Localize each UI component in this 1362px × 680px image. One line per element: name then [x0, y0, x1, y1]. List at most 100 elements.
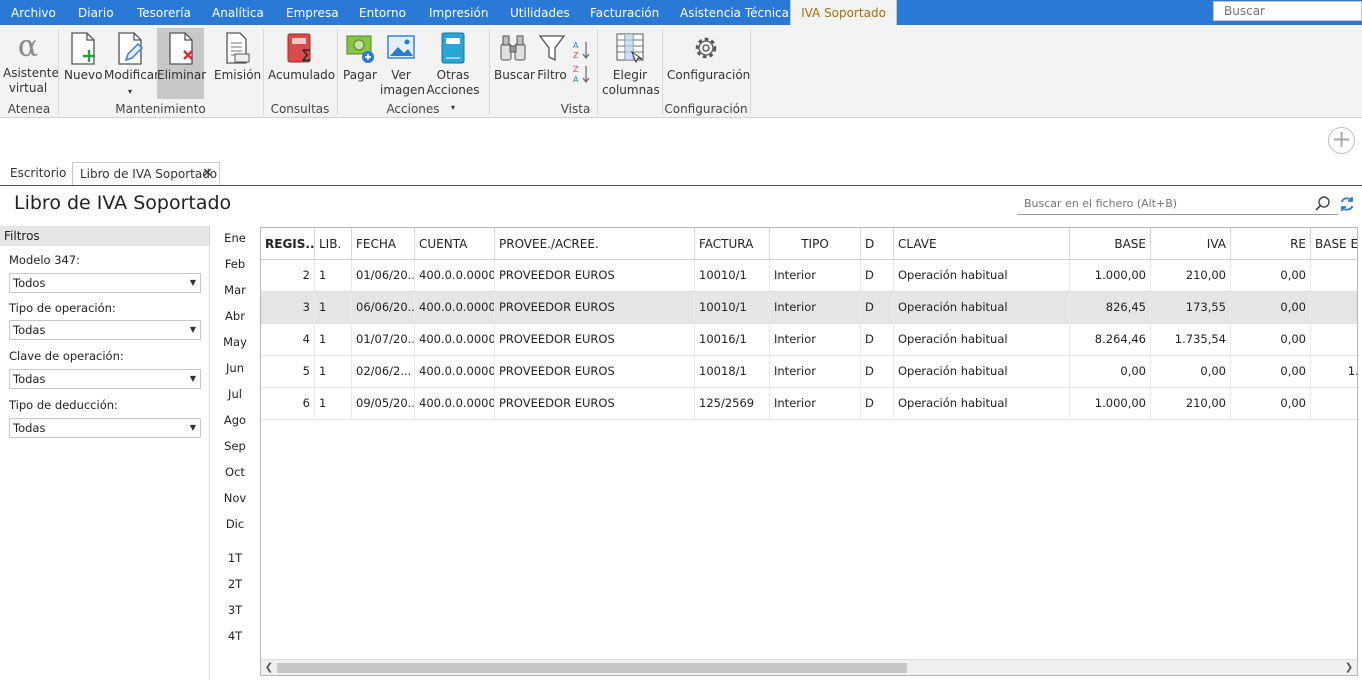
modelo-347-select[interactable]: Todos ▼: [9, 273, 201, 293]
column-header-12[interactable]: RE: [1231, 228, 1311, 260]
column-header-13[interactable]: BASE EX: [1311, 228, 1357, 260]
column-header-7[interactable]: TIPO: [770, 228, 861, 260]
menu-entorno[interactable]: Entorno: [359, 0, 406, 25]
column-header-11[interactable]: IVA: [1151, 228, 1231, 260]
month-5[interactable]: May: [212, 335, 258, 349]
modificar-label: Modificar: [104, 68, 160, 82]
column-header-2[interactable]: LIB.: [315, 228, 352, 260]
column-header-6[interactable]: FACTURA: [695, 228, 770, 260]
column-header-1[interactable]: REGIS...: [261, 228, 315, 260]
month-6[interactable]: Jun: [212, 361, 258, 375]
column-header-4[interactable]: CUENTA: [415, 228, 495, 260]
eliminar-button[interactable]: Eliminar: [157, 28, 206, 99]
asistente-label-2: virtual: [8, 81, 48, 95]
tipo-operacion-select[interactable]: Todas ▼: [9, 320, 201, 340]
page-title: Libro de IVA Soportado: [14, 192, 232, 214]
configuracion-label: Configuración: [667, 68, 751, 82]
asistente-label-1: Asistente: [3, 66, 59, 80]
scroll-right-icon[interactable]: ❯: [1342, 660, 1356, 675]
quarter-4[interactable]: 4T: [212, 629, 258, 643]
month-7[interactable]: Jul: [212, 387, 258, 401]
menu-utilidades[interactable]: Utilidades: [510, 0, 570, 25]
filtro-button[interactable]: Filtro: [535, 30, 569, 83]
configuracion-button[interactable]: Configuración: [667, 30, 750, 83]
table-row[interactable]: 4 1 01/07/20... 400.0.0.00000 PROVEEDOR EURO…: [261, 324, 1357, 356]
elegir-columnas-label-1: Elegir: [612, 68, 648, 82]
month-4[interactable]: Abr: [212, 309, 258, 323]
menu-analitica[interactable]: Analítica: [212, 0, 264, 25]
close-icon[interactable]: ✕: [202, 163, 213, 185]
asistente-virtual-button[interactable]: α Asistente virtual: [3, 30, 59, 96]
table-row[interactable]: 6 1 09/05/20... 400.0.0.00000 PROVEEDOR EURO…: [261, 388, 1357, 420]
table-row[interactable]: 3 1 06/06/20... 400.0.0.00000 PROVEEDOR EURO…: [261, 292, 1357, 324]
table-cell: 826,45: [1070, 292, 1151, 323]
group-label-configuracion: Configuración: [664, 102, 748, 116]
column-header-10[interactable]: BASE: [1070, 228, 1151, 260]
menu-archivo[interactable]: Archivo: [11, 0, 56, 25]
menu-facturacion[interactable]: Facturación: [590, 0, 659, 25]
month-9[interactable]: Sep: [212, 439, 258, 453]
table-cell: 1: [315, 292, 352, 323]
svg-text:A: A: [573, 41, 579, 50]
menu-empresa[interactable]: Empresa: [286, 0, 339, 25]
modificar-button[interactable]: Modificar ▾: [104, 30, 160, 99]
month-12[interactable]: Dic: [212, 517, 258, 531]
table-cell: 10018/1: [695, 356, 770, 387]
emision-label: Emisión: [214, 68, 262, 82]
elegir-columnas-button[interactable]: Elegir columnas: [602, 30, 660, 98]
table-cell: 01/06/20...: [352, 260, 415, 291]
quarter-2[interactable]: 2T: [212, 577, 258, 591]
columns-grid-icon: [616, 33, 644, 64]
table-row[interactable]: 5 1 02/06/2... 400.0.0.00000 PROVEEDOR EUROS…: [261, 356, 1357, 388]
tipo-deduccion-select[interactable]: Todas ▼: [9, 418, 201, 438]
quarter-1[interactable]: 1T: [212, 551, 258, 565]
month-11[interactable]: Nov: [212, 491, 258, 505]
sort-za-button[interactable]: ZA: [572, 63, 592, 89]
table-cell: 02/06/2...: [352, 356, 415, 387]
month-1[interactable]: Ene: [212, 231, 258, 245]
ribbon: α Asistente virtual Nuevo Modificar ▾ El…: [0, 25, 1362, 118]
table-cell: 10010/1: [695, 260, 770, 291]
menu-iva-soportado[interactable]: IVA Soportado: [790, 0, 897, 25]
month-10[interactable]: Oct: [212, 465, 258, 479]
emision-button[interactable]: Emisión: [214, 30, 262, 83]
table-cell: 210,00: [1151, 260, 1231, 291]
column-header-8[interactable]: D: [861, 228, 894, 260]
ver-imagen-button[interactable]: Ver imagen: [380, 30, 425, 98]
tab-escritorio[interactable]: Escritorio: [10, 162, 66, 186]
menu-tesoreria[interactable]: Tesorería: [137, 0, 191, 25]
tab-libro-iva-soportado[interactable]: Libro de IVA Soportado ✕: [72, 162, 220, 186]
menu-diario[interactable]: Diario: [78, 0, 114, 25]
horizontal-scrollbar[interactable]: ❮ ❯: [261, 659, 1357, 675]
menu-impresion[interactable]: Impresión: [429, 0, 488, 25]
clave-operacion-select[interactable]: Todas ▼: [9, 369, 201, 389]
scroll-thumb[interactable]: [277, 663, 907, 673]
table-cell: 1.000,00: [1070, 388, 1151, 419]
column-header-9[interactable]: CLAVE: [894, 228, 1070, 260]
sort-az-button[interactable]: AZ: [572, 39, 592, 65]
table-row[interactable]: 2 1 01/06/20... 400.0.0.00000 PROVEEDOR EURO…: [261, 260, 1357, 292]
search-icon[interactable]: [1314, 195, 1332, 213]
table-cell: 125/2569: [695, 388, 770, 419]
quarter-3[interactable]: 3T: [212, 603, 258, 617]
table-cell: [1311, 388, 1357, 419]
sort-az-icon: AZ: [573, 41, 590, 60]
table-cell: 0,00: [1231, 356, 1311, 387]
month-8[interactable]: Ago: [212, 413, 258, 427]
pagar-button[interactable]: Pagar: [341, 30, 379, 83]
acumulado-button[interactable]: Σ Acumulado: [268, 30, 335, 83]
top-search-input[interactable]: [1213, 1, 1362, 21]
filtro-label: Filtro: [537, 68, 567, 82]
column-header-5[interactable]: PROVEE./ACREE.: [495, 228, 695, 260]
month-3[interactable]: Mar: [212, 283, 258, 297]
refresh-icon[interactable]: [1338, 195, 1356, 213]
table-cell: 1.735,54: [1151, 324, 1231, 355]
add-tab-button[interactable]: +: [1328, 127, 1355, 154]
menu-asistencia-tecnica[interactable]: Asistencia Técnica: [680, 0, 789, 25]
nuevo-button[interactable]: Nuevo: [64, 30, 102, 83]
column-header-3[interactable]: FECHA: [352, 228, 415, 260]
file-search-input[interactable]: [1018, 193, 1338, 215]
month-2[interactable]: Feb: [212, 257, 258, 271]
scroll-left-icon[interactable]: ❮: [262, 660, 276, 675]
buscar-button[interactable]: Buscar: [494, 30, 535, 83]
